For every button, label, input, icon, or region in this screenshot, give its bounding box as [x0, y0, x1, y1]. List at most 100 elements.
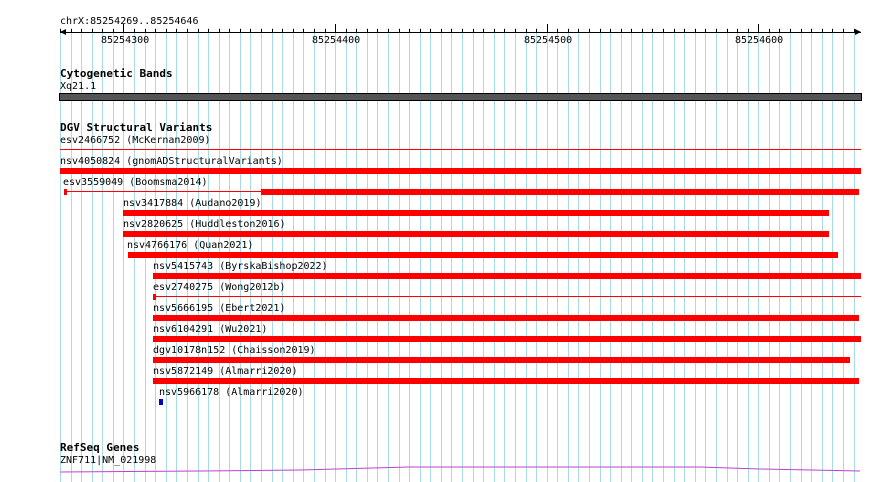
variant-label[interactable]: esv2740275 (Wong2012b): [153, 282, 285, 293]
variant-block-start[interactable]: [153, 294, 156, 300]
ruler-minor-tick: [198, 29, 199, 33]
ruler-minor-tick: [187, 29, 188, 33]
variant-label[interactable]: nsv5966178 (Almarri2020): [159, 387, 304, 398]
genome-browser: chrX:85254269..85254646 85254300 8525440…: [0, 0, 890, 482]
variant-bar[interactable]: [60, 168, 861, 174]
variant-bar[interactable]: [261, 189, 859, 195]
variant-bar[interactable]: [123, 231, 829, 237]
ruler-minor-tick: [420, 29, 421, 33]
variant-label[interactable]: nsv5415743 (ByrskaBishop2022): [153, 261, 328, 272]
ruler-minor-tick: [219, 29, 220, 33]
ruler-minor-tick: [557, 29, 558, 33]
track-title-dgv[interactable]: DGV Structural Variants: [60, 122, 212, 134]
ruler-minor-tick: [451, 29, 452, 33]
ruler-minor-tick: [504, 29, 505, 33]
variant-bar[interactable]: [153, 273, 861, 279]
ruler-minor-tick: [134, 29, 135, 33]
ruler-minor-tick: [631, 29, 632, 33]
ruler-major-tick: [547, 24, 548, 33]
variant-bar[interactable]: [123, 210, 829, 216]
ruler-minor-tick: [325, 29, 326, 33]
variant-label[interactable]: nsv3417884 (Audano2019): [123, 198, 261, 209]
ruler-minor-tick: [526, 29, 527, 33]
ruler-minor-tick: [854, 29, 855, 33]
variant-bar[interactable]: [153, 315, 859, 321]
ruler-minor-tick: [727, 29, 728, 33]
variant-bar[interactable]: [128, 252, 838, 258]
ruler-tick-label: 85254600: [735, 35, 784, 46]
variant-bar[interactable]: [153, 336, 861, 342]
ruler-tick-label: 85254400: [312, 35, 361, 46]
ruler-minor-tick: [314, 29, 315, 33]
ruler-minor-tick: [494, 29, 495, 33]
ruler-minor-tick: [166, 29, 167, 33]
variant-bar-blue[interactable]: [159, 399, 163, 405]
ruler-tick-label: 85254300: [101, 35, 150, 46]
ruler-minor-tick: [801, 29, 802, 33]
ruler-minor-tick: [208, 29, 209, 33]
ruler-minor-tick: [272, 29, 273, 33]
cytoband-bar[interactable]: [59, 93, 862, 101]
track-title-cytoband[interactable]: Cytogenetic Bands: [60, 68, 173, 80]
ruler-minor-tick: [748, 29, 749, 33]
ruler-minor-tick: [441, 29, 442, 33]
variant-label[interactable]: nsv2820625 (Huddleston2016): [123, 219, 286, 230]
variant-block-start[interactable]: [64, 189, 67, 195]
variant-intron-line[interactable]: [153, 296, 861, 297]
ruler-minor-tick: [81, 29, 82, 33]
ruler-minor-tick: [843, 29, 844, 33]
ruler-position: chrX:85254269..85254646: [60, 16, 199, 27]
ruler-minor-tick: [399, 29, 400, 33]
ruler-minor-tick: [462, 29, 463, 33]
ruler-minor-tick: [240, 29, 241, 33]
ruler-minor-tick: [303, 29, 304, 33]
ruler-minor-tick: [568, 29, 569, 33]
variant-label[interactable]: dgv10178n152 (Chaisson2019): [153, 345, 316, 356]
ruler-minor-tick: [102, 29, 103, 33]
ruler-minor-tick: [663, 29, 664, 33]
ruler-minor-tick: [652, 29, 653, 33]
ruler-minor-tick: [367, 29, 368, 33]
ruler-minor-tick: [737, 29, 738, 33]
ruler-minor-tick: [483, 29, 484, 33]
variant-label[interactable]: nsv5666195 (Ebert2021): [153, 303, 285, 314]
ruler-minor-tick: [832, 29, 833, 33]
track-title-refseq[interactable]: RefSeq Genes: [60, 442, 139, 454]
variant-label[interactable]: esv2466752 (McKernan2009): [60, 135, 211, 146]
ruler-minor-tick: [71, 29, 72, 33]
variant-intron-line[interactable]: [64, 191, 261, 192]
ruler-major-tick: [758, 24, 759, 33]
ruler-minor-tick: [356, 29, 357, 33]
ruler-minor-tick: [674, 29, 675, 33]
ruler-minor-tick: [811, 29, 812, 33]
variant-label[interactable]: nsv6104291 (Wu2021): [153, 324, 267, 335]
cytoband-label: Xq21.1: [60, 81, 97, 92]
ruler-major-tick: [335, 24, 336, 33]
ruler-minor-tick: [293, 29, 294, 33]
ruler-minor-tick: [145, 29, 146, 33]
ruler-minor-tick: [229, 29, 230, 33]
variant-bar[interactable]: [153, 357, 850, 363]
ruler-minor-tick: [822, 29, 823, 33]
ruler-minor-tick: [621, 29, 622, 33]
gene-coverage-line[interactable]: [0, 460, 890, 476]
variant-label[interactable]: nsv4050824 (gnomADStructuralVariants): [60, 156, 283, 167]
variant-bar[interactable]: [153, 378, 859, 384]
ruler-minor-tick: [155, 29, 156, 33]
ruler-minor-tick: [250, 29, 251, 33]
variant-line[interactable]: [60, 149, 861, 150]
variant-label[interactable]: nsv5872149 (Almarri2020): [153, 366, 298, 377]
ruler-minor-tick: [515, 29, 516, 33]
ruler-minor-tick: [610, 29, 611, 33]
variant-label[interactable]: esv3559049 (Boomsma2014): [63, 177, 208, 188]
ruler-minor-tick: [684, 29, 685, 33]
ruler-minor-tick: [430, 29, 431, 33]
ruler-minor-tick: [779, 29, 780, 33]
ruler-minor-tick: [377, 29, 378, 33]
ruler-minor-tick: [92, 29, 93, 33]
ruler-minor-tick: [716, 29, 717, 33]
ruler-minor-tick: [409, 29, 410, 33]
ruler-minor-tick: [113, 29, 114, 33]
variant-label[interactable]: nsv4766176 (Quan2021): [127, 240, 253, 251]
ruler-minor-tick: [60, 29, 61, 33]
